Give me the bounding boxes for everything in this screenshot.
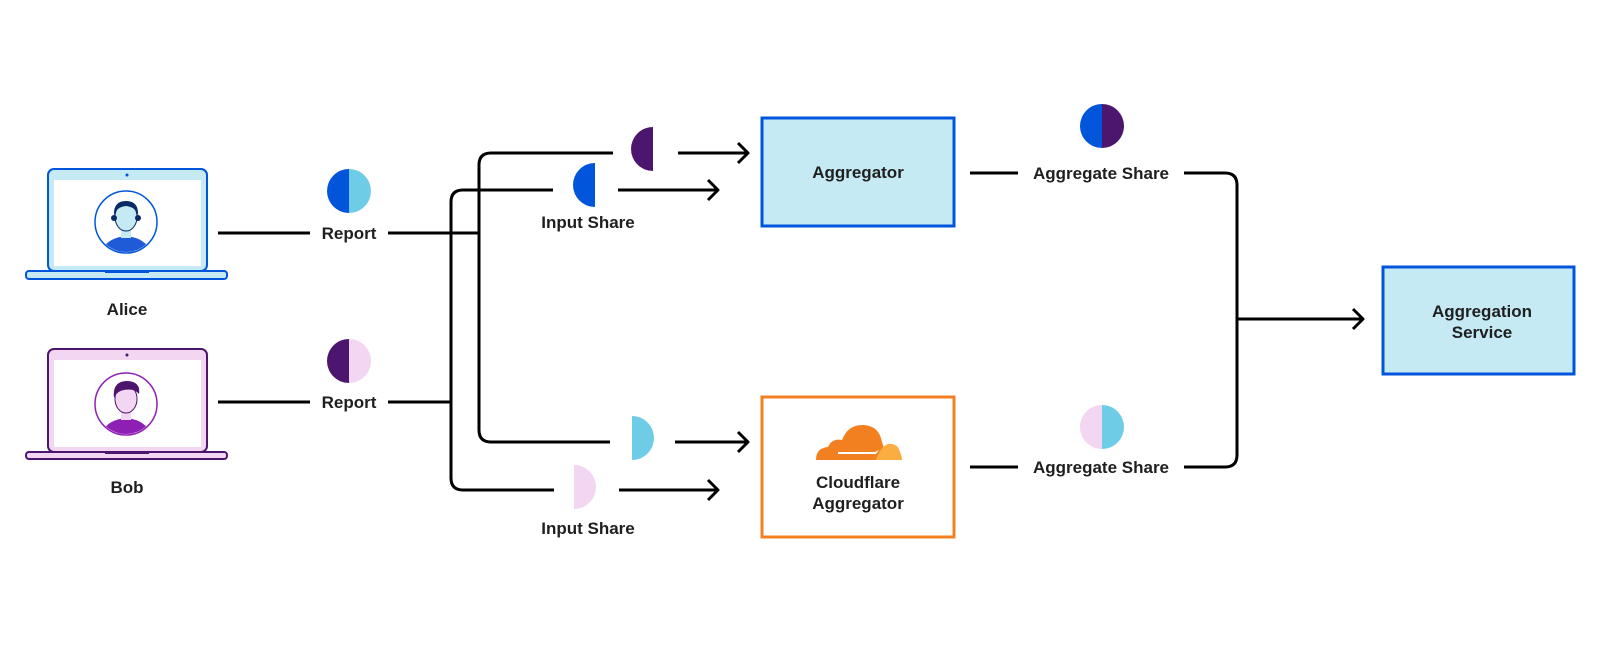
bob-report-label: Report xyxy=(322,393,377,412)
alice-laptop-icon xyxy=(25,168,228,280)
input-share-label-bottom: Input Share xyxy=(541,519,635,538)
aggregate-share-label-bottom: Aggregate Share xyxy=(1033,458,1169,477)
aggregate-share-bottom-icon xyxy=(1080,405,1124,449)
aggregation-service-label-line1: Aggregation xyxy=(1432,302,1532,321)
bob-label: Bob xyxy=(110,478,143,497)
alice-report-label: Report xyxy=(322,224,377,243)
input-share-label-top: Input Share xyxy=(541,213,635,232)
pink-share-icon xyxy=(574,465,596,509)
aggregate-share-label-top: Aggregate Share xyxy=(1033,164,1169,183)
alice-report-icon xyxy=(327,169,371,213)
alice-label: Alice xyxy=(107,300,148,319)
purple-share-icon xyxy=(631,127,653,171)
cloudflare-aggregator-label-line1: Cloudflare xyxy=(816,473,900,492)
aggregation-service-box: Aggregation Service xyxy=(1381,265,1576,376)
cloudflare-aggregator-label-line2: Aggregator xyxy=(812,494,904,513)
bob-report-icon xyxy=(327,339,371,383)
blue-share-icon xyxy=(573,163,595,207)
aggregator-label: Aggregator xyxy=(812,163,904,182)
aggregate-share-top-icon xyxy=(1080,104,1124,148)
cyan-share-icon xyxy=(632,416,654,460)
dap-architecture-diagram: Alice Bob Report Report Input Share Inpu… xyxy=(25,104,1576,539)
aggregator-box: Aggregator xyxy=(760,116,956,228)
bob-laptop-icon xyxy=(25,348,228,460)
aggregation-service-label-line2: Service xyxy=(1452,323,1513,342)
cloudflare-aggregator-box: Cloudflare Aggregator xyxy=(760,395,956,539)
